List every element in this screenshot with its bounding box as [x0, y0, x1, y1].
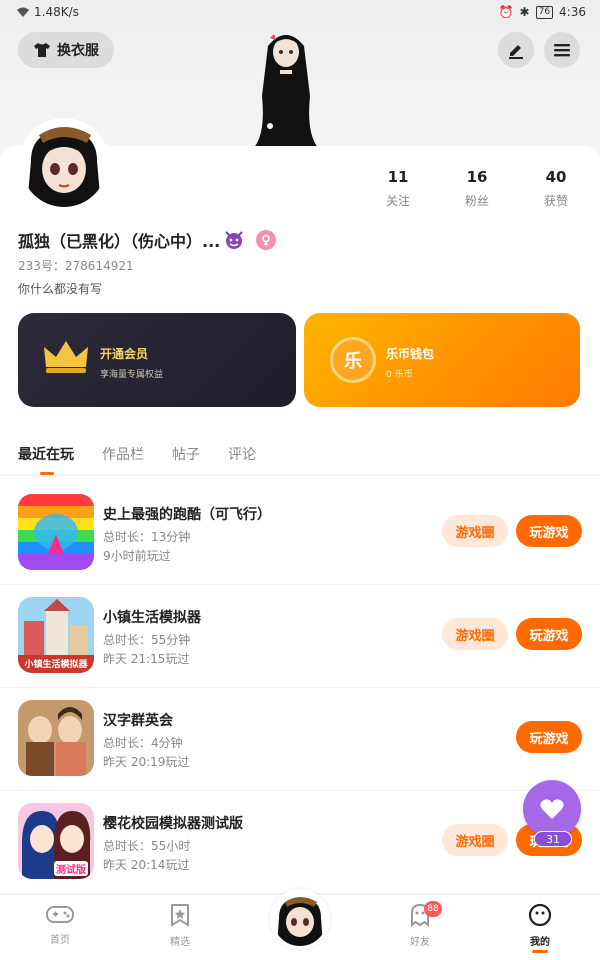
game-title: 小镇生活模拟器 — [103, 610, 201, 626]
game-duration: 总时长：4分钟 — [103, 736, 183, 750]
game-last-played: 9小时前玩过 — [103, 549, 171, 563]
character-avatar-illustration[interactable] — [240, 26, 332, 150]
nav-me[interactable]: 我的 — [510, 903, 570, 953]
like-count-badge: 31 — [534, 831, 572, 847]
edit-profile-button[interactable] — [498, 32, 534, 68]
stat-following[interactable]: 11 关注 — [368, 168, 428, 209]
game-row-1[interactable]: 史上最强的跑酷（可飞行） 总时长：13分钟 9小时前玩过 游戏圈 玩游戏 — [0, 482, 600, 585]
play-game-button[interactable]: 玩游戏 — [516, 515, 582, 547]
game-icon-town-life: 小镇生活模拟器 — [18, 597, 94, 673]
game-icon-hanzi — [18, 700, 94, 776]
vip-membership-card[interactable]: 开通会员 享海量专属权益 — [18, 313, 296, 407]
center-avatar-image — [273, 892, 327, 946]
user-id: 233号：278614921 — [18, 259, 134, 273]
shirt-icon — [34, 43, 50, 57]
play-game-button[interactable]: 玩游戏 — [516, 721, 582, 753]
game-row-4[interactable]: 测试版 樱花校园模拟器测试版 总时长：55小时 昨天 20:14玩过 游戏圈 玩… — [0, 791, 600, 894]
menu-icon — [554, 44, 570, 57]
profile-tabs: 最近在玩 作品栏 帖子 评论 — [0, 440, 600, 476]
wallet-balance: 0 乐币 — [386, 370, 413, 380]
nav-home-label: 首页 — [50, 935, 70, 946]
stat-following-count: 11 — [387, 168, 409, 186]
gamepad-icon — [46, 906, 74, 923]
nav-center-avatar[interactable] — [270, 889, 330, 949]
avatar-image — [21, 121, 107, 207]
battery-icon: 76 — [535, 5, 554, 19]
game-icon-caption: 小镇生活模拟器 — [24, 660, 88, 670]
network-speed: 1.48K/s — [34, 5, 79, 19]
game-icon-parkour — [18, 494, 94, 570]
game-duration: 总时长：13分钟 — [103, 530, 191, 544]
stat-likes[interactable]: 40 获赞 — [526, 168, 586, 209]
nav-active-indicator — [532, 950, 548, 953]
nav-featured[interactable]: 精选 — [150, 903, 210, 948]
alarm-icon: ⏰ — [498, 5, 514, 19]
nav-home[interactable]: 首页 — [30, 903, 90, 946]
game-title: 史上最强的跑酷（可飞行） — [103, 507, 271, 523]
user-avatar[interactable] — [18, 118, 110, 210]
bluetooth-icon: ✱ — [519, 5, 530, 19]
stat-likes-label: 获赞 — [543, 194, 568, 208]
status-bar: 1.48K/s ⏰ ✱ 76 4:36 — [0, 0, 600, 24]
vip-subtitle: 享海量专属权益 — [100, 370, 164, 380]
play-game-button[interactable]: 玩游戏 — [516, 618, 582, 650]
user-bio: 你什么都没有写 — [18, 282, 103, 296]
heart-icon — [540, 799, 564, 819]
change-outfit-button[interactable]: 换衣服 — [18, 32, 114, 68]
game-circle-button[interactable]: 游戏圈 — [442, 824, 508, 856]
edit-icon — [509, 45, 523, 59]
wallet-card[interactable]: 乐 乐币钱包 0 乐币 — [304, 313, 580, 407]
game-row-2[interactable]: 小镇生活模拟器 小镇生活模拟器 总时长：55分钟 昨天 21:15玩过 游戏圈 … — [0, 585, 600, 688]
floating-like-button[interactable] — [523, 780, 581, 838]
status-right: ⏰ ✱ 76 4:36 — [499, 5, 586, 19]
tab-recent[interactable]: 最近在玩 — [18, 444, 74, 464]
devil-emoji-icon — [225, 231, 243, 249]
game-last-played: 昨天 20:14玩过 — [103, 858, 190, 872]
tab-active-indicator — [40, 472, 54, 475]
nav-friends-label: 好友 — [410, 937, 430, 948]
change-outfit-label: 换衣服 — [57, 43, 99, 59]
game-last-played: 昨天 21:15玩过 — [103, 652, 190, 666]
username: 孤独（已黑化）（伤心中）... — [18, 228, 277, 252]
coin-icon: 乐 — [330, 337, 376, 383]
game-icon-caption: 测试版 — [54, 861, 88, 876]
game-title: 汉字群英会 — [103, 713, 173, 729]
game-duration: 总时长：55分钟 — [103, 633, 191, 647]
menu-button[interactable] — [544, 32, 580, 68]
stat-following-label: 关注 — [385, 194, 410, 208]
game-circle-button[interactable]: 游戏圈 — [442, 515, 508, 547]
game-circle-button[interactable]: 游戏圈 — [442, 618, 508, 650]
tab-comments[interactable]: 评论 — [228, 444, 256, 464]
wifi-icon — [17, 7, 29, 17]
game-duration: 总时长：55小时 — [103, 839, 191, 853]
clock: 4:36 — [559, 5, 586, 19]
game-title: 樱花校园模拟器测试版 — [103, 816, 243, 832]
stat-likes-count: 40 — [545, 168, 567, 186]
bottom-nav: 首页 精选 好友 88 我的 — [0, 889, 600, 960]
tab-works[interactable]: 作品栏 — [102, 444, 144, 464]
star-bookmark-icon — [171, 904, 189, 927]
status-left: 1.48K/s — [16, 5, 79, 19]
nav-featured-label: 精选 — [170, 937, 190, 948]
tab-posts[interactable]: 帖子 — [172, 444, 200, 464]
friends-notification-badge: 88 — [424, 901, 442, 917]
smiley-icon — [528, 903, 552, 927]
game-icon-sakura-school: 测试版 — [18, 803, 94, 879]
female-gender-icon — [256, 230, 277, 250]
vip-title: 开通会员 — [100, 347, 149, 361]
username-text: 孤独（已黑化）（伤心中）... — [18, 232, 221, 251]
game-last-played: 昨天 20:19玩过 — [103, 755, 190, 769]
nav-me-label: 我的 — [530, 937, 550, 948]
game-row-3[interactable]: 汉字群英会 总时长：4分钟 昨天 20:19玩过 玩游戏 — [0, 688, 600, 791]
wallet-title: 乐币钱包 — [386, 347, 435, 361]
stat-fans-count: 16 — [466, 168, 488, 186]
crown-icon — [44, 341, 88, 373]
stat-fans-label: 粉丝 — [464, 194, 489, 208]
stat-fans[interactable]: 16 粉丝 — [447, 168, 507, 209]
